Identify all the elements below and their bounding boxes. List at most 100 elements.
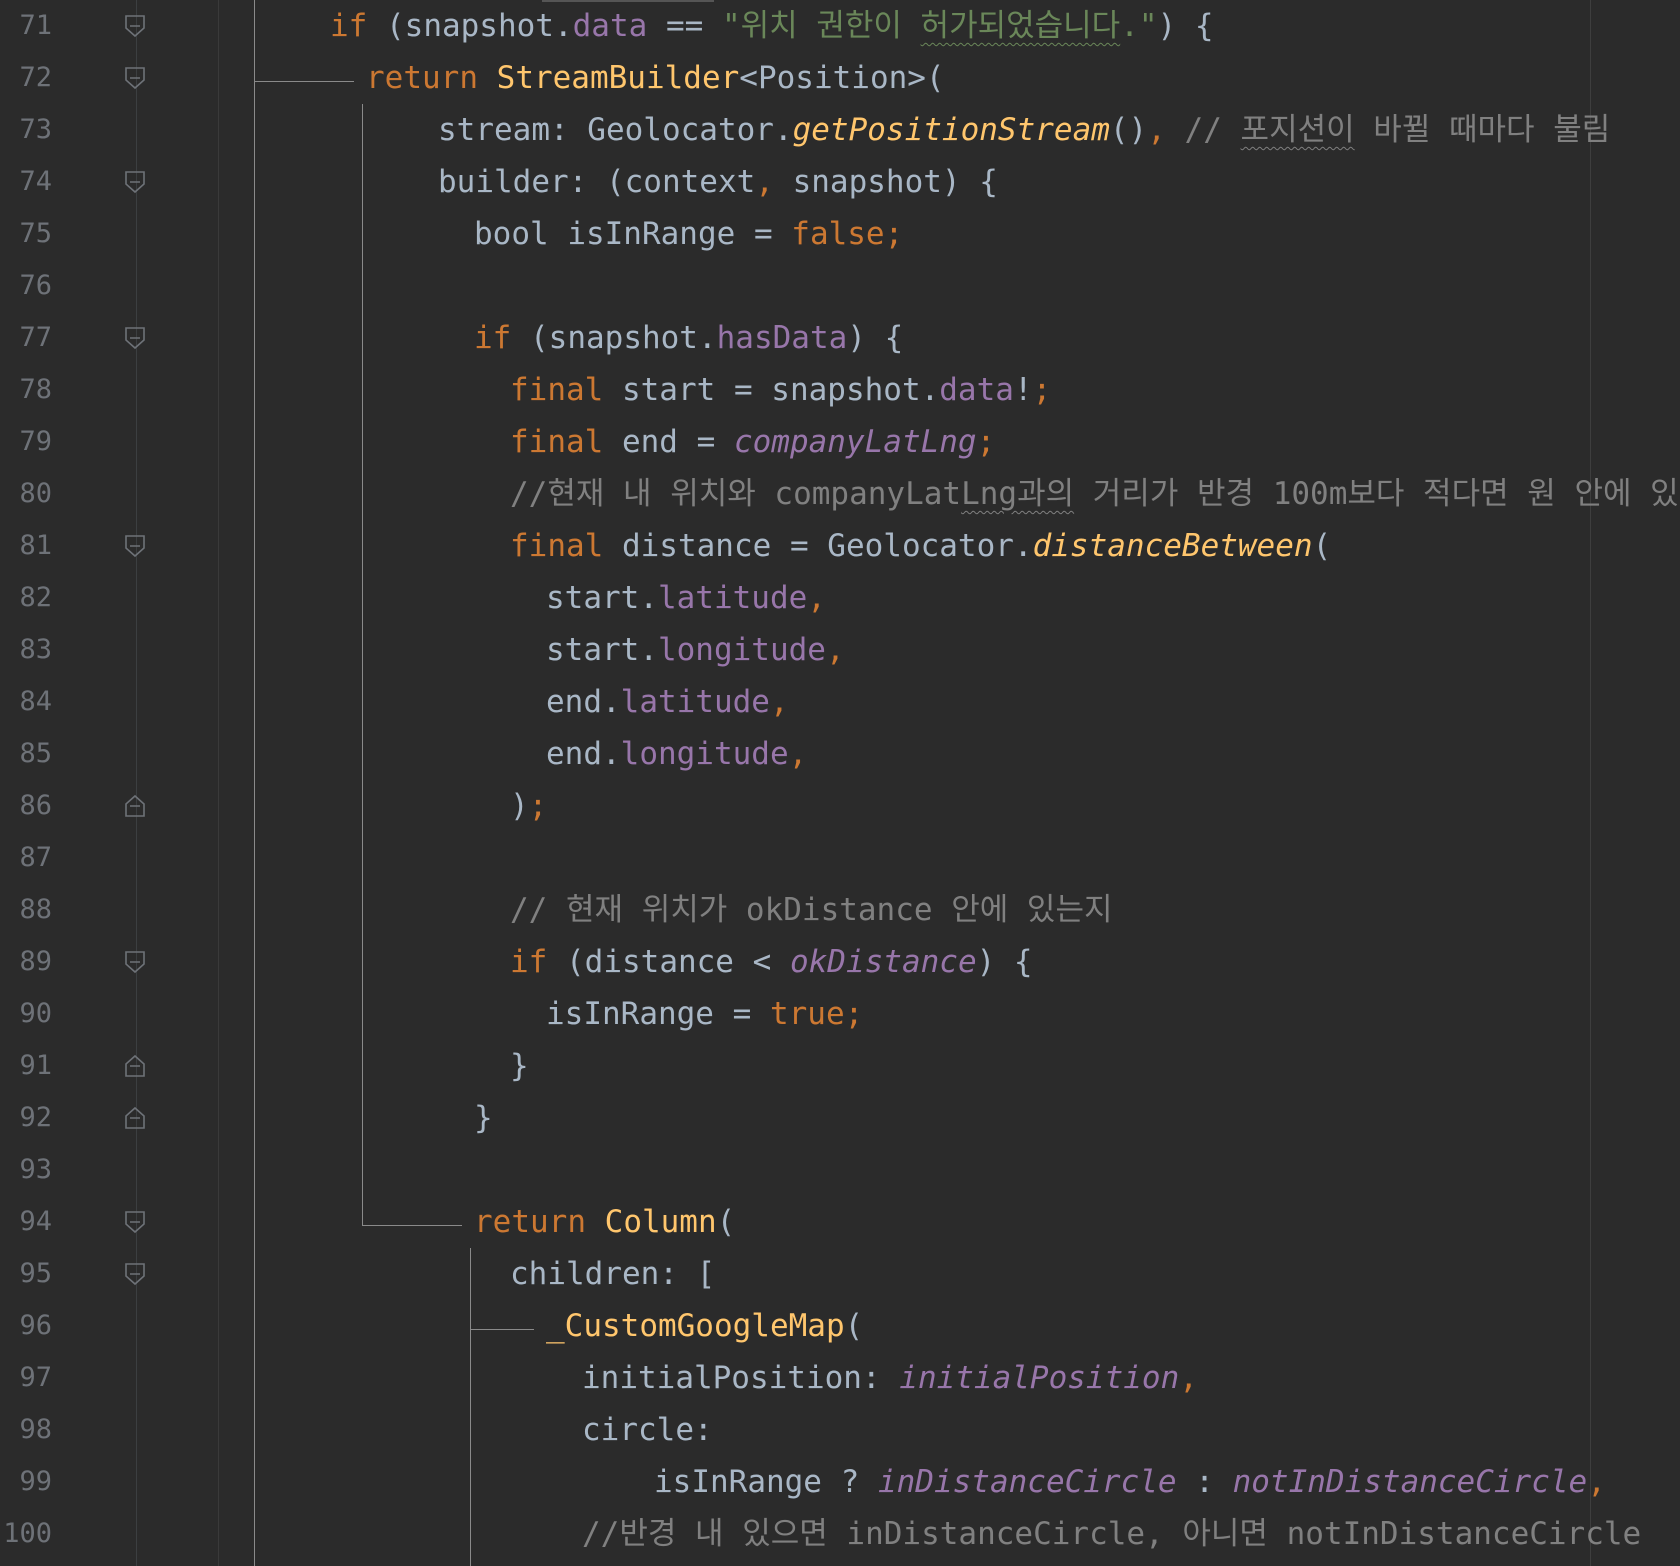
code-line[interactable]: 80 //현재 내 위치와 companyLatLng과의 거리가 반경 100m… bbox=[0, 468, 1680, 520]
fold-close-icon[interactable] bbox=[124, 794, 146, 818]
fold-open-icon[interactable] bbox=[124, 950, 146, 974]
code-token: notInDistanceCircle bbox=[1232, 1464, 1588, 1500]
code-token: false; bbox=[791, 216, 904, 252]
fold-open-icon[interactable] bbox=[124, 1262, 146, 1286]
code-token: StreamBuilder bbox=[496, 60, 740, 96]
code-line[interactable]: 81 final distance = Geolocator.distanceBe… bbox=[0, 520, 1680, 572]
code-line[interactable]: 72 return StreamBuilder<Position>( bbox=[0, 52, 1680, 104]
code-line[interactable]: 87 bbox=[0, 832, 1680, 884]
fold-open-icon[interactable] bbox=[124, 534, 146, 558]
line-number: 71 bbox=[19, 10, 52, 41]
code-editor[interactable]: 71 if (snapshot.data == "위치 권한이 허가되었습니다."… bbox=[0, 0, 1680, 1566]
code-line[interactable]: 78 final start = snapshot.data!; bbox=[0, 364, 1680, 416]
code-token: ) { bbox=[976, 944, 1033, 980]
code-token: } bbox=[510, 1048, 529, 1084]
code-token: Lng과의 bbox=[961, 476, 1075, 512]
code-token: initialPosition: bbox=[582, 1360, 900, 1396]
code-token: ) bbox=[510, 788, 529, 824]
code-line[interactable]: 86); bbox=[0, 780, 1680, 832]
code-token: return bbox=[474, 1204, 605, 1240]
line-number: 87 bbox=[19, 842, 52, 873]
code-text: } bbox=[510, 1040, 529, 1092]
line-number: 94 bbox=[19, 1206, 52, 1237]
code-line[interactable]: 89 if (distance < okDistance) { bbox=[0, 936, 1680, 988]
code-line[interactable]: 98 circle: bbox=[0, 1404, 1680, 1456]
code-line[interactable]: 90 isInRange = true; bbox=[0, 988, 1680, 1040]
code-line[interactable]: 99 isInRange ? inDistanceCircle : notInDi… bbox=[0, 1456, 1680, 1508]
line-number: 80 bbox=[19, 478, 52, 509]
code-text: stream: Geolocator.getPositionStream(), … bbox=[438, 104, 1610, 156]
code-line[interactable]: 73 stream: Geolocator.getPositionStream()… bbox=[0, 104, 1680, 156]
code-text: final start = snapshot.data!; bbox=[510, 364, 1051, 416]
fold-open-icon[interactable] bbox=[124, 170, 146, 194]
line-number: 93 bbox=[19, 1154, 52, 1185]
fold-open-icon[interactable] bbox=[124, 1210, 146, 1234]
code-text: isInRange ? inDistanceCircle : notInDist… bbox=[654, 1456, 1606, 1508]
code-line[interactable]: 91} bbox=[0, 1040, 1680, 1092]
line-number: 88 bbox=[19, 894, 52, 925]
code-token: true; bbox=[769, 996, 864, 1032]
code-token: <Position>( bbox=[739, 60, 945, 96]
fold-open-icon[interactable] bbox=[124, 66, 146, 90]
code-line[interactable]: 71 if (snapshot.data == "위치 권한이 허가되었습니다."… bbox=[0, 0, 1680, 52]
code-token: _CustomGoogleMap bbox=[546, 1308, 845, 1344]
line-number: 99 bbox=[19, 1466, 52, 1497]
code-line[interactable]: 84 end.latitude, bbox=[0, 676, 1680, 728]
code-token: data bbox=[572, 8, 648, 44]
code-token: bool isInRange = bbox=[474, 216, 792, 252]
code-token: ( bbox=[716, 1204, 736, 1240]
code-line[interactable]: 94 return Column( bbox=[0, 1196, 1680, 1248]
code-token: (snapshot. bbox=[530, 320, 717, 356]
code-line[interactable]: 92} bbox=[0, 1092, 1680, 1144]
code-token: ." bbox=[1120, 8, 1158, 44]
code-line[interactable]: 79 final end = companyLatLng; bbox=[0, 416, 1680, 468]
code-line[interactable]: 97 initialPosition: initialPosition, bbox=[0, 1352, 1680, 1404]
code-text: return Column( bbox=[474, 1196, 735, 1248]
code-text: } bbox=[474, 1092, 493, 1144]
code-line[interactable]: 88 // 현재 위치가 okDistance 안에 있는지 bbox=[0, 884, 1680, 936]
code-text: isInRange = true; bbox=[546, 988, 863, 1040]
fold-open-icon[interactable] bbox=[124, 326, 146, 350]
code-line[interactable]: 85 end.longitude, bbox=[0, 728, 1680, 780]
code-line[interactable]: 82 start.latitude, bbox=[0, 572, 1680, 624]
code-token: ( bbox=[1312, 528, 1332, 564]
line-number: 92 bbox=[19, 1102, 52, 1133]
code-line[interactable]: 93 bbox=[0, 1144, 1680, 1196]
code-token: end = bbox=[621, 424, 734, 460]
line-number: 73 bbox=[19, 114, 52, 145]
fold-close-icon[interactable] bbox=[124, 1106, 146, 1130]
code-text: start.longitude, bbox=[546, 624, 845, 676]
code-text: end.latitude, bbox=[546, 676, 789, 728]
line-number: 75 bbox=[19, 218, 52, 249]
line-number: 100 bbox=[3, 1518, 52, 1549]
code-line[interactable]: 77 if (snapshot.hasData) { bbox=[0, 312, 1680, 364]
code-token: isInRange ? bbox=[654, 1464, 878, 1500]
code-line[interactable]: 74 builder: (context, snapshot) { bbox=[0, 156, 1680, 208]
fold-open-icon[interactable] bbox=[124, 14, 146, 38]
code-line[interactable]: 96 _CustomGoogleMap( bbox=[0, 1300, 1680, 1352]
code-token: inDistanceCircle bbox=[877, 1464, 1177, 1500]
code-text: //반경 내 있으면 inDistanceCircle, 아니면 notInDi… bbox=[582, 1508, 1641, 1560]
code-token: ! bbox=[1013, 372, 1033, 408]
code-line[interactable]: 100 //반경 내 있으면 inDistanceCircle, 아니면 notI… bbox=[0, 1508, 1680, 1560]
code-text: final end = companyLatLng; bbox=[510, 416, 995, 468]
code-token: ; bbox=[1032, 372, 1052, 408]
code-token: , bbox=[1179, 1360, 1198, 1396]
line-number: 81 bbox=[19, 530, 52, 561]
code-token: companyLatLng bbox=[733, 424, 977, 460]
code-text: return StreamBuilder<Position>( bbox=[366, 52, 945, 104]
code-token: (distance < bbox=[566, 944, 790, 980]
code-token: , bbox=[755, 164, 793, 200]
code-line[interactable]: 76 bbox=[0, 260, 1680, 312]
line-number: 98 bbox=[19, 1414, 52, 1445]
code-token: , bbox=[1587, 1464, 1606, 1500]
line-number: 82 bbox=[19, 582, 52, 613]
code-text: start.latitude, bbox=[546, 572, 826, 624]
fold-close-icon[interactable] bbox=[124, 1054, 146, 1078]
code-line[interactable]: 83 start.longitude, bbox=[0, 624, 1680, 676]
code-line[interactable]: 95 children: [ bbox=[0, 1248, 1680, 1300]
code-line[interactable]: 75 bool isInRange = false; bbox=[0, 208, 1680, 260]
code-token: start. bbox=[546, 632, 658, 668]
code-text: // 현재 위치가 okDistance 안에 있는지 bbox=[510, 884, 1112, 936]
code-token: 바뀔 때마다 불림 bbox=[1354, 112, 1611, 148]
